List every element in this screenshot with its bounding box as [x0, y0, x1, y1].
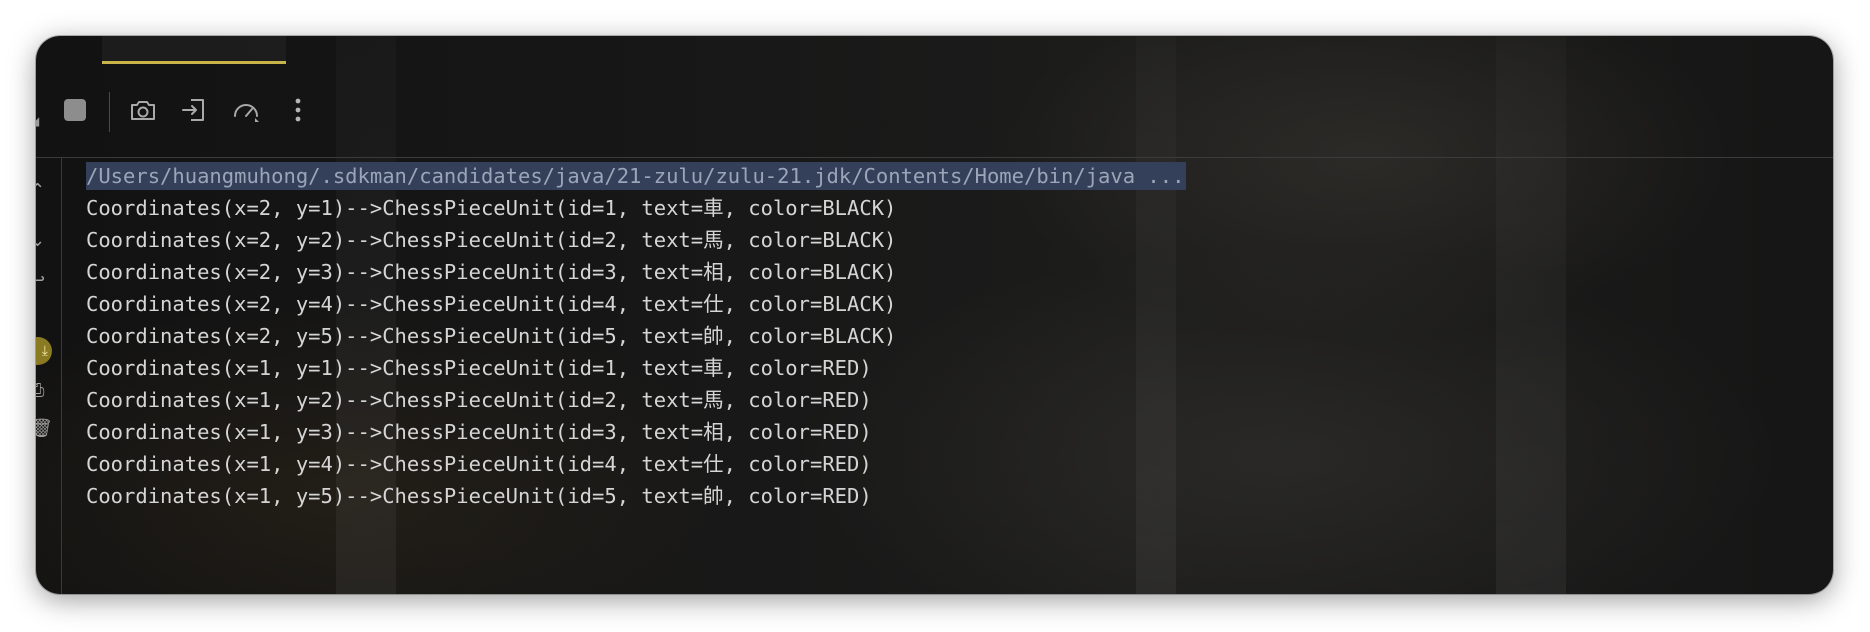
print-icon[interactable]: ⎙: [36, 380, 52, 402]
run-tool-window: ◢: [36, 36, 1833, 594]
output-line: Coordinates(x=1, y=5)-->ChessPieceUnit(i…: [86, 484, 872, 508]
output-line: Coordinates(x=2, y=4)-->ChessPieceUnit(i…: [86, 292, 897, 316]
run-toolbar: ◢: [36, 64, 1833, 158]
console-output[interactable]: /Users/huangmuhong/.sdkman/candidates/ja…: [86, 162, 1816, 592]
output-line: Coordinates(x=1, y=1)-->ChessPieceUnit(i…: [86, 356, 872, 380]
screenshot-button[interactable]: [123, 90, 163, 130]
tab-strip: [36, 36, 1833, 64]
profiler-button[interactable]: [226, 90, 266, 130]
command-line: /Users/huangmuhong/.sdkman/candidates/ja…: [86, 162, 1187, 190]
tab-active-run[interactable]: [102, 36, 286, 64]
output-line: Coordinates(x=1, y=4)-->ChessPieceUnit(i…: [86, 452, 872, 476]
toolbar-separator: [109, 92, 110, 132]
more-button[interactable]: [278, 90, 318, 130]
scroll-to-end-icon[interactable]: ⤓: [36, 337, 52, 365]
output-line: Coordinates(x=2, y=1)-->ChessPieceUnit(i…: [86, 196, 897, 220]
stop-icon: [64, 99, 86, 121]
soft-wrap-icon[interactable]: ↩: [36, 270, 52, 292]
speedometer-icon: [234, 104, 259, 122]
output-line: Coordinates(x=2, y=3)-->ChessPieceUnit(i…: [86, 260, 897, 284]
output-line: Coordinates(x=2, y=5)-->ChessPieceUnit(i…: [86, 324, 897, 348]
output-line: Coordinates(x=1, y=3)-->ChessPieceUnit(i…: [86, 420, 872, 444]
camera-icon: [131, 101, 155, 120]
side-action-gutter: ⌃ ⌄ ↩ ⤓ ⎙ 🗑: [36, 158, 62, 594]
trash-icon[interactable]: 🗑: [36, 418, 52, 440]
restore-layout-button[interactable]: [174, 90, 214, 130]
rerun-icon[interactable]: ◢: [36, 114, 44, 128]
stop-button[interactable]: [55, 90, 95, 130]
login-icon: [182, 99, 204, 121]
output-line: Coordinates(x=1, y=2)-->ChessPieceUnit(i…: [86, 388, 872, 412]
output-line: Coordinates(x=2, y=2)-->ChessPieceUnit(i…: [86, 228, 897, 252]
scroll-up-icon[interactable]: ⌃: [36, 180, 52, 202]
more-vertical-icon: [295, 98, 301, 122]
scroll-down-icon[interactable]: ⌄: [36, 230, 52, 252]
